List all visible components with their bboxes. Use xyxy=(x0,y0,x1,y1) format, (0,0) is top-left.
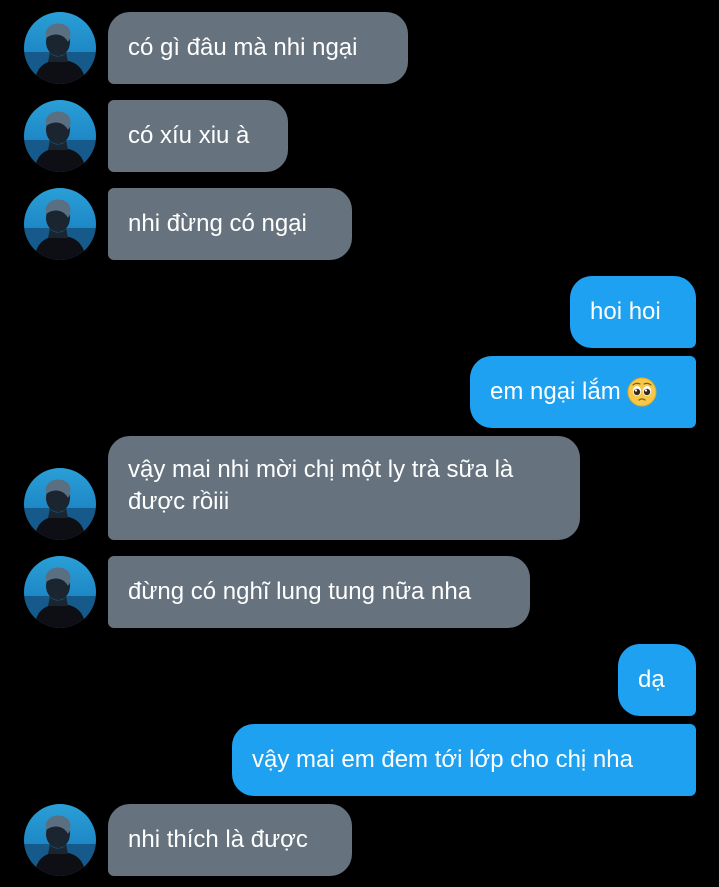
message-text: vậy mai em đem tới lớp cho chị nha xyxy=(252,746,633,773)
message-text: vậy mai nhi mời chị một ly trà sữa là đư… xyxy=(128,456,514,515)
sender-avatar[interactable] xyxy=(24,804,96,876)
sender-avatar[interactable] xyxy=(24,468,96,540)
sender-avatar[interactable] xyxy=(24,100,96,172)
message-text: nhi đừng có ngại xyxy=(128,210,307,237)
outgoing-message-bubble[interactable]: hoi hoi xyxy=(570,276,696,348)
pleading-face-icon xyxy=(627,377,657,407)
message-text: nhi thích là được xyxy=(128,826,308,853)
incoming-message-bubble[interactable]: vậy mai nhi mời chị một ly trà sữa là đư… xyxy=(108,436,580,540)
message-text: có gì đâu mà nhi ngại xyxy=(128,34,358,61)
outgoing-message-bubble[interactable]: dạ xyxy=(618,644,696,716)
outgoing-message-bubble[interactable]: vậy mai em đem tới lớp cho chị nha xyxy=(232,724,696,796)
message-text: dạ xyxy=(638,666,665,693)
outgoing-message-bubble[interactable]: em ngại lắm xyxy=(470,356,696,428)
message-text: có xíu xiu à xyxy=(128,122,250,149)
sender-avatar[interactable] xyxy=(24,188,96,260)
message-text: em ngại lắm xyxy=(490,378,621,405)
incoming-message-bubble[interactable]: nhi đừng có ngại xyxy=(108,188,352,260)
incoming-message-bubble[interactable]: có xíu xiu à xyxy=(108,100,288,172)
message-text: hoi hoi xyxy=(590,298,661,325)
incoming-message-bubble[interactable]: có gì đâu mà nhi ngại xyxy=(108,12,408,84)
incoming-message-bubble[interactable]: đừng có nghĩ lung tung nữa nha xyxy=(108,556,530,628)
sender-avatar[interactable] xyxy=(24,556,96,628)
sender-avatar[interactable] xyxy=(24,12,96,84)
message-text: đừng có nghĩ lung tung nữa nha xyxy=(128,578,472,605)
incoming-message-bubble[interactable]: nhi thích là được xyxy=(108,804,352,876)
